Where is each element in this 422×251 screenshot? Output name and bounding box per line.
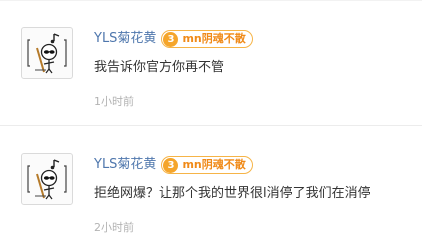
comment-header: YLS菊花黄 3 mn阴魂不散 [94,155,253,175]
fan-badge-name: mn阴魂不散 [182,32,246,45]
comment-item: YLS菊花黄 3 mn阴魂不散 拒绝网爆？让那个我的世界很l消停了我们在消停 2… [0,125,422,251]
avatar[interactable] [21,153,73,205]
comment-text: 我告诉你官方你再不管 [94,60,225,75]
fan-level-badge: 3 [163,31,179,47]
avatar[interactable] [21,27,73,79]
fan-badge-name: mn阴魂不散 [182,158,246,171]
fan-badge[interactable]: 3 mn阴魂不散 [161,156,253,174]
cartoon-sunglasses-character-icon [27,33,67,74]
fan-level-badge: 3 [163,157,179,173]
comment-text: 拒绝网爆？让那个我的世界很l消停了我们在消停 [94,186,371,201]
cartoon-sunglasses-character-icon [27,159,67,200]
fan-badge[interactable]: 3 mn阴魂不散 [161,30,253,48]
comment-item: YLS菊花黄 3 mn阴魂不散 我告诉你官方你再不管 1小时前 [0,0,422,125]
comment-header: YLS菊花黄 3 mn阴魂不散 [94,29,253,49]
comment-timestamp: 2小时前 [94,221,134,234]
username-link[interactable]: YLS菊花黄 [94,29,156,49]
username-link[interactable]: YLS菊花黄 [94,155,156,175]
comment-timestamp: 1小时前 [94,95,134,108]
